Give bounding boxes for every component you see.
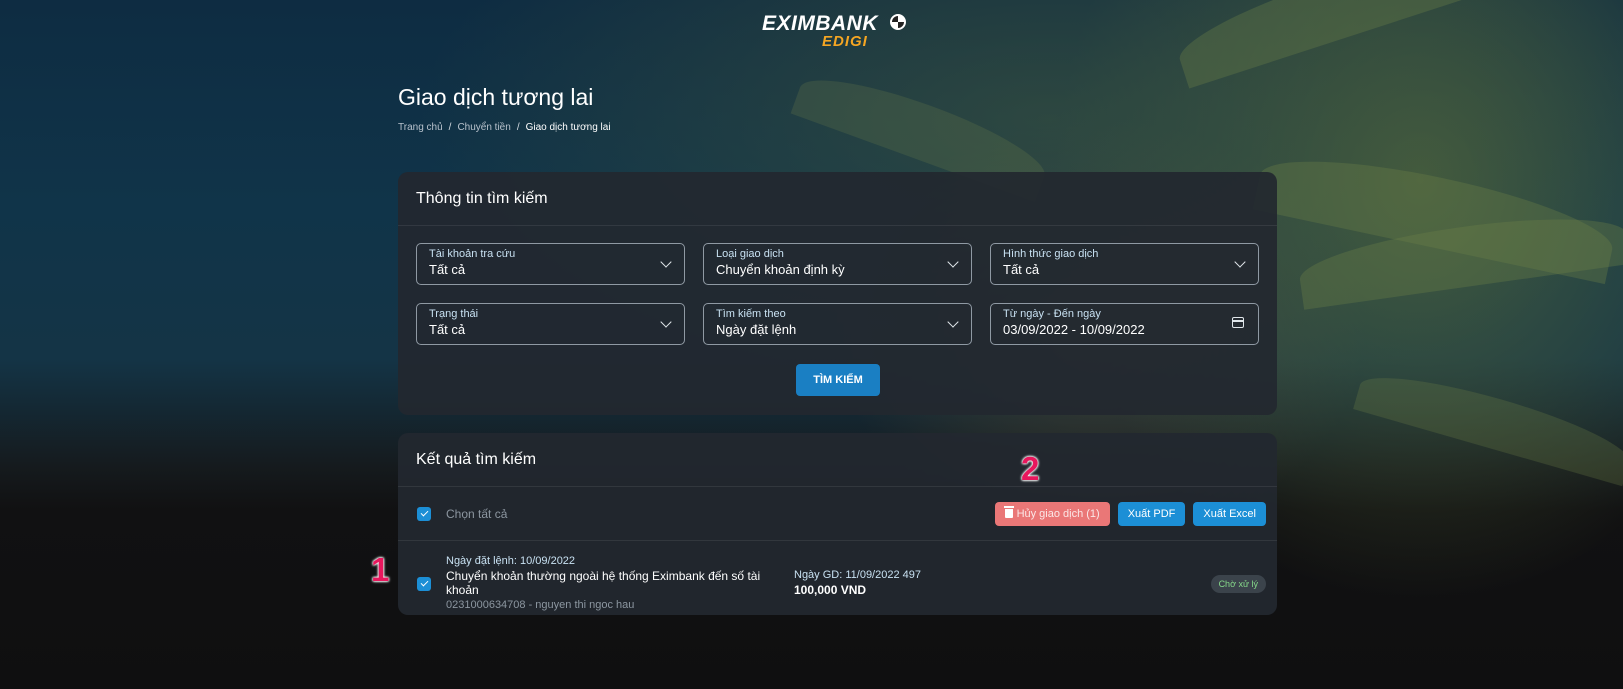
search-panel: Thông tin tìm kiếm Tài khoản tra cứu Tất… [398,172,1277,415]
row-checkbox[interactable] [417,577,431,591]
breadcrumb-home[interactable]: Trang chủ [398,122,443,133]
field-label: Tìm kiếm theo [716,308,786,320]
annotation-marker-2: 2 [1021,450,1040,487]
breadcrumb: Trang chủ / Chuyển tiền / Giao dịch tươn… [398,122,611,133]
eximbank-logo[interactable]: EXIMBANK EDIGI [762,12,906,50]
checkmark-icon [420,578,428,587]
checkmark-icon [420,508,428,516]
logo-badge-icon [890,14,906,30]
select-all-label: Chọn tất cả [446,506,508,521]
transaction-method-select[interactable]: Hình thức giao dịch Tất cả [990,243,1259,285]
results-panel-title: Kết quả tìm kiếm [398,433,1277,487]
transaction-date: Ngày GD: 11/09/2022 497 [794,569,921,581]
beneficiary-account: 0231000634708 - nguyen thi ngoc hau [446,599,635,611]
field-label: Loại giao dịch [716,248,784,260]
breadcrumb-current: Giao dịch tương lai [525,122,611,133]
export-pdf-button[interactable]: Xuất PDF [1117,501,1186,526]
field-value: 03/09/2022 - 10/09/2022 [1003,322,1145,337]
field-value: Tất cả [429,262,466,277]
annotation-marker-1: 1 [371,551,390,588]
status-select[interactable]: Trạng thái Tất cả [416,303,685,345]
field-label: Tài khoản tra cứu [429,248,516,260]
logo-subtext: EDIGI [822,33,868,50]
order-date: Ngày đặt lệnh: 10/09/2022 [446,555,576,567]
breadcrumb-transfer[interactable]: Chuyển tiền [457,122,510,133]
page-title: Giao dịch tương lai [398,84,594,110]
trash-icon [1003,506,1014,518]
field-label: Hình thức giao dịch [1003,248,1099,260]
transaction-description: Chuyển khoản thường ngoài hệ thống Eximb… [446,569,761,597]
cancel-transaction-label: Hủy giao dịch (1) [1016,507,1100,520]
breadcrumb-separator: / [516,122,520,133]
field-label: Trạng thái [429,308,479,320]
search-by-select[interactable]: Tìm kiếm theo Ngày đặt lệnh [703,303,972,345]
search-button[interactable]: TÌM KIẾM [796,364,880,396]
transaction-amount: 100,000 VND [794,583,867,597]
field-value: Ngày đặt lệnh [716,322,797,337]
field-value: Tất cả [429,322,466,337]
breadcrumb-separator: / [448,122,452,133]
calendar-icon [1232,317,1244,328]
search-panel-title: Thông tin tìm kiếm [398,172,1277,226]
transaction-row[interactable]: Ngày đặt lệnh: 10/09/2022 Chuyển khoản t… [398,541,1277,617]
field-label: Từ ngày - Đến ngày [1003,308,1101,320]
cancel-transaction-button[interactable]: Hủy giao dịch (1) [994,501,1110,526]
results-panel: Kết quả tìm kiếm Chọn tất cả Hủy giao dị… [398,433,1277,615]
date-range-picker[interactable]: Từ ngày - Đến ngày 03/09/2022 - 10/09/20… [990,303,1259,345]
export-excel-button[interactable]: Xuất Excel [1193,501,1266,526]
field-value: Tất cả [1003,262,1040,277]
transaction-type-select[interactable]: Loại giao dịch Chuyển khoản định kỳ [703,243,972,285]
select-all-checkbox[interactable] [417,506,431,521]
status-badge: Chờ xử lý [1210,575,1266,593]
results-toolbar: Chọn tất cả Hủy giao dịch (1) Xuất PDF X… [398,487,1277,541]
field-value: Chuyển khoản định kỳ [716,262,845,277]
account-lookup-select[interactable]: Tài khoản tra cứu Tất cả [416,243,685,285]
